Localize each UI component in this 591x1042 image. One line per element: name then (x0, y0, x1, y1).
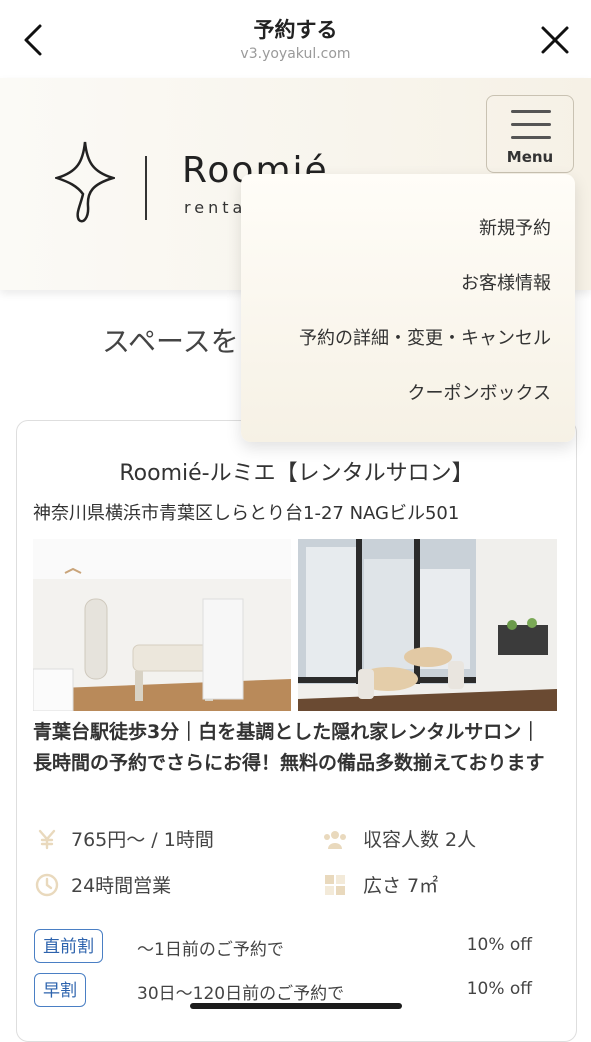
discount-value: 10% off (466, 979, 532, 999)
menu-item-customer-info[interactable]: お客様情報 (461, 269, 551, 295)
close-icon[interactable] (537, 22, 573, 58)
discount-badge-early: 早割 (34, 973, 86, 1007)
hours-text: 24時間営業 (71, 875, 172, 897)
area-text: 広さ 7㎡ (363, 875, 439, 897)
clock-icon (35, 873, 59, 897)
discount-badge-last-minute: 直前割 (34, 929, 103, 963)
discount-text: 〜1日前のご予約で (137, 940, 284, 960)
people-icon (324, 831, 346, 849)
space-description: 青葉台駅徒歩3分｜白を基調とした隠れ家レンタルサロン｜長時間の予約でさらにお得！… (33, 721, 545, 774)
space-photo-2[interactable] (298, 539, 557, 711)
menu-icon (511, 110, 551, 144)
discount-value: 10% off (466, 935, 532, 955)
discount-text: 30日〜120日前のご予約で (137, 984, 345, 1004)
space-card[interactable]: Roomié-ルミエ【レンタルサロン】 神奈川県横浜市青葉区しらとり台1-27 … (16, 420, 577, 1042)
menu-button[interactable]: Menu (486, 95, 574, 173)
area-icon (325, 875, 345, 895)
capacity-text: 収容人数 2人 (363, 829, 477, 851)
menu-label: Menu (506, 148, 554, 166)
browser-header: 予約する v3.yoyakul.com (0, 0, 591, 78)
home-indicator[interactable] (190, 1003, 402, 1009)
page-title: 予約する (253, 18, 338, 42)
yen-icon (38, 829, 56, 850)
logo-star-icon (55, 141, 115, 223)
space-address: 神奈川県横浜市青葉区しらとり台1-27 NAGビル501 (33, 503, 460, 524)
url-text: v3.yoyakul.com (240, 46, 351, 62)
price-text: 765円〜 / 1時間 (71, 829, 214, 851)
menu-item-reservation-details[interactable]: 予約の詳細・変更・キャンセル (299, 324, 551, 350)
menu-item-coupon-box[interactable]: クーポンボックス (408, 379, 551, 405)
space-photo-1[interactable] (33, 539, 291, 711)
section-heading: スペースを (102, 325, 239, 358)
menu-item-new-reservation[interactable]: 新規予約 (479, 214, 551, 240)
space-title[interactable]: Roomié-ルミエ【レンタルサロン】 (17, 455, 576, 487)
logo-divider (145, 156, 147, 220)
dropdown-menu: 新規予約 お客様情報 予約の詳細・変更・キャンセル クーポンボックス (241, 174, 575, 442)
